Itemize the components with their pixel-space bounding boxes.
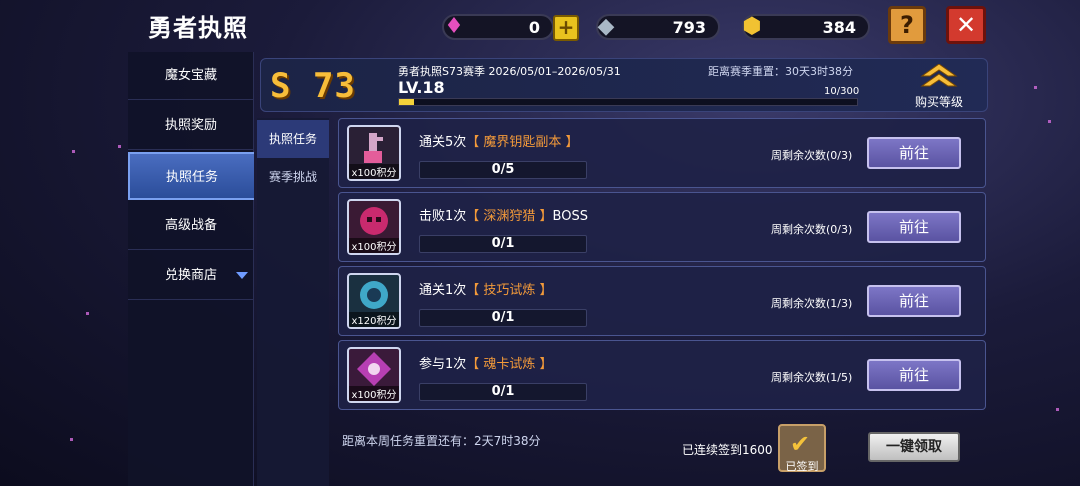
crystal-icon: ◆ [597,13,615,39]
boss-icon: x100积分 [347,199,401,255]
task-title-prefix: 参与1次 [419,357,467,372]
sidebar-item-exchange-shop[interactable]: 兑换商店 [128,252,254,300]
task-card: x100积分 通关5次【 魔界钥匙副本 】 0/5 周剩余次数(0/3) 前往 [338,118,986,188]
task-card: x120积分 通关1次【 技巧试炼 】 0/1 周剩余次数(1/3) 前往 [338,266,986,336]
sidebar-item-license-rewards[interactable]: 执照奖励 [128,102,254,150]
page-title: 勇者执照 [148,14,248,42]
go-button[interactable]: 前往 [867,285,961,317]
task-title-highlight: 【 技巧试炼 】 [466,283,553,298]
star-decoration [70,438,73,441]
task-points: x100积分 [349,386,399,401]
task-points: x100积分 [349,238,399,253]
skill-trial-icon: x120积分 [347,273,401,329]
task-title-prefix: 通关1次 [419,283,467,298]
task-title-highlight: 【 魔界钥匙副本 】 [466,135,579,150]
key-icon-graphic [364,133,383,163]
sidebar: 魔女宝藏 执照奖励 执照任务 高级战备 兑换商店 [128,52,254,486]
star-decoration [86,312,89,315]
season-reset-timer: 距离赛季重置：30天3时38分 [708,65,853,78]
tab-season-challenge[interactable]: 赛季挑战 [257,158,329,196]
task-weekly-remaining: 周剩余次数(1/5) [771,371,853,384]
task-title-prefix: 击败1次 [419,209,467,224]
xp-progress-fill [399,99,415,105]
help-button[interactable]: ? [888,6,926,44]
task-points: x100积分 [349,164,399,179]
coin-count: 384 [822,18,856,37]
task-title: 通关1次【 技巧试炼 】 [419,279,553,298]
add-gems-button[interactable]: + [553,15,579,41]
go-button[interactable]: 前往 [867,211,961,243]
sidebar-item-witch-treasure[interactable]: 魔女宝藏 [128,52,254,100]
sidebar-item-advanced-prep[interactable]: 高级战备 [128,202,254,250]
star-decoration [118,145,121,148]
sidebar-item-label: 兑换商店 [164,268,217,283]
soul-card-icon: x100积分 [347,347,401,403]
task-progress: 0/1 [419,235,587,253]
subtab-panel: 执照任务 赛季挑战 [257,118,329,486]
task-progress: 0/5 [419,161,587,179]
star-decoration [1034,86,1037,89]
season-badge: S 73 [270,66,356,106]
task-card: x100积分 击败1次【 深渊狩猎 】BOSS 0/1 周剩余次数(0/3) 前… [338,192,986,262]
signin-streak-text: 已连续签到1600 [682,443,773,457]
tab-license-tasks[interactable]: 执照任务 [257,120,329,158]
xp-progress-bar [398,98,858,106]
star-decoration [72,150,75,153]
sidebar-item-license-tasks[interactable]: 执照任务 [128,152,254,200]
task-title: 参与1次【 魂卡试炼 】 [419,353,553,372]
season-title: 勇者执照S73赛季 2026/05/01–2026/05/31 [398,65,621,78]
boss-icon-graphic [360,207,388,235]
buy-level-label: 购买等级 [914,95,963,109]
task-weekly-remaining: 周剩余次数(0/3) [771,223,853,236]
star-decoration [1048,120,1051,123]
task-title-suffix: BOSS [552,209,588,224]
chevron-down-icon [236,272,248,279]
close-button[interactable]: ✕ [946,6,986,44]
gem-icon: ♦ [444,13,464,39]
task-progress: 0/1 [419,383,587,401]
task-weekly-remaining: 周剩余次数(1/3) [771,297,853,310]
task-weekly-remaining: 周剩余次数(0/3) [771,149,853,162]
claim-all-button[interactable]: 一键领取 [868,432,960,462]
coin-icon: ⬢ [742,13,762,39]
star-decoration [1056,408,1059,411]
license-level: LV.18 [398,78,445,97]
task-title: 通关5次【 魔界钥匙副本 】 [419,131,579,150]
task-points: x120积分 [349,312,399,327]
crystal-count: 793 [672,18,706,37]
weekly-reset-timer: 距离本周任务重置还有：2天7时38分 [342,434,541,448]
checkmark-icon: ✔ [790,430,811,458]
skill-trial-icon-graphic [360,281,388,309]
soul-card-icon-graphic [357,352,391,386]
gem-count: 0 [528,18,540,37]
level-up-arrows-icon [920,64,958,87]
key-icon: x100积分 [347,125,401,181]
xp-progress-text: 10/300 [824,86,860,97]
task-title-highlight: 【 深渊狩猎 】 [466,209,553,224]
buy-level-button[interactable]: 购买等级 [890,60,988,112]
task-title: 击败1次【 深渊狩猎 】BOSS [419,205,588,224]
task-title-highlight: 【 魂卡试炼 】 [466,357,553,372]
signed-in-label: 已签到 [785,460,819,473]
task-title-prefix: 通关5次 [419,135,467,150]
go-button[interactable]: 前往 [867,359,961,391]
task-progress: 0/1 [419,309,587,327]
task-card: x100积分 参与1次【 魂卡试炼 】 0/1 周剩余次数(1/5) 前往 [338,340,986,410]
signin-calendar-button[interactable]: ✔ 已签到 [778,424,826,473]
go-button[interactable]: 前往 [867,137,961,169]
